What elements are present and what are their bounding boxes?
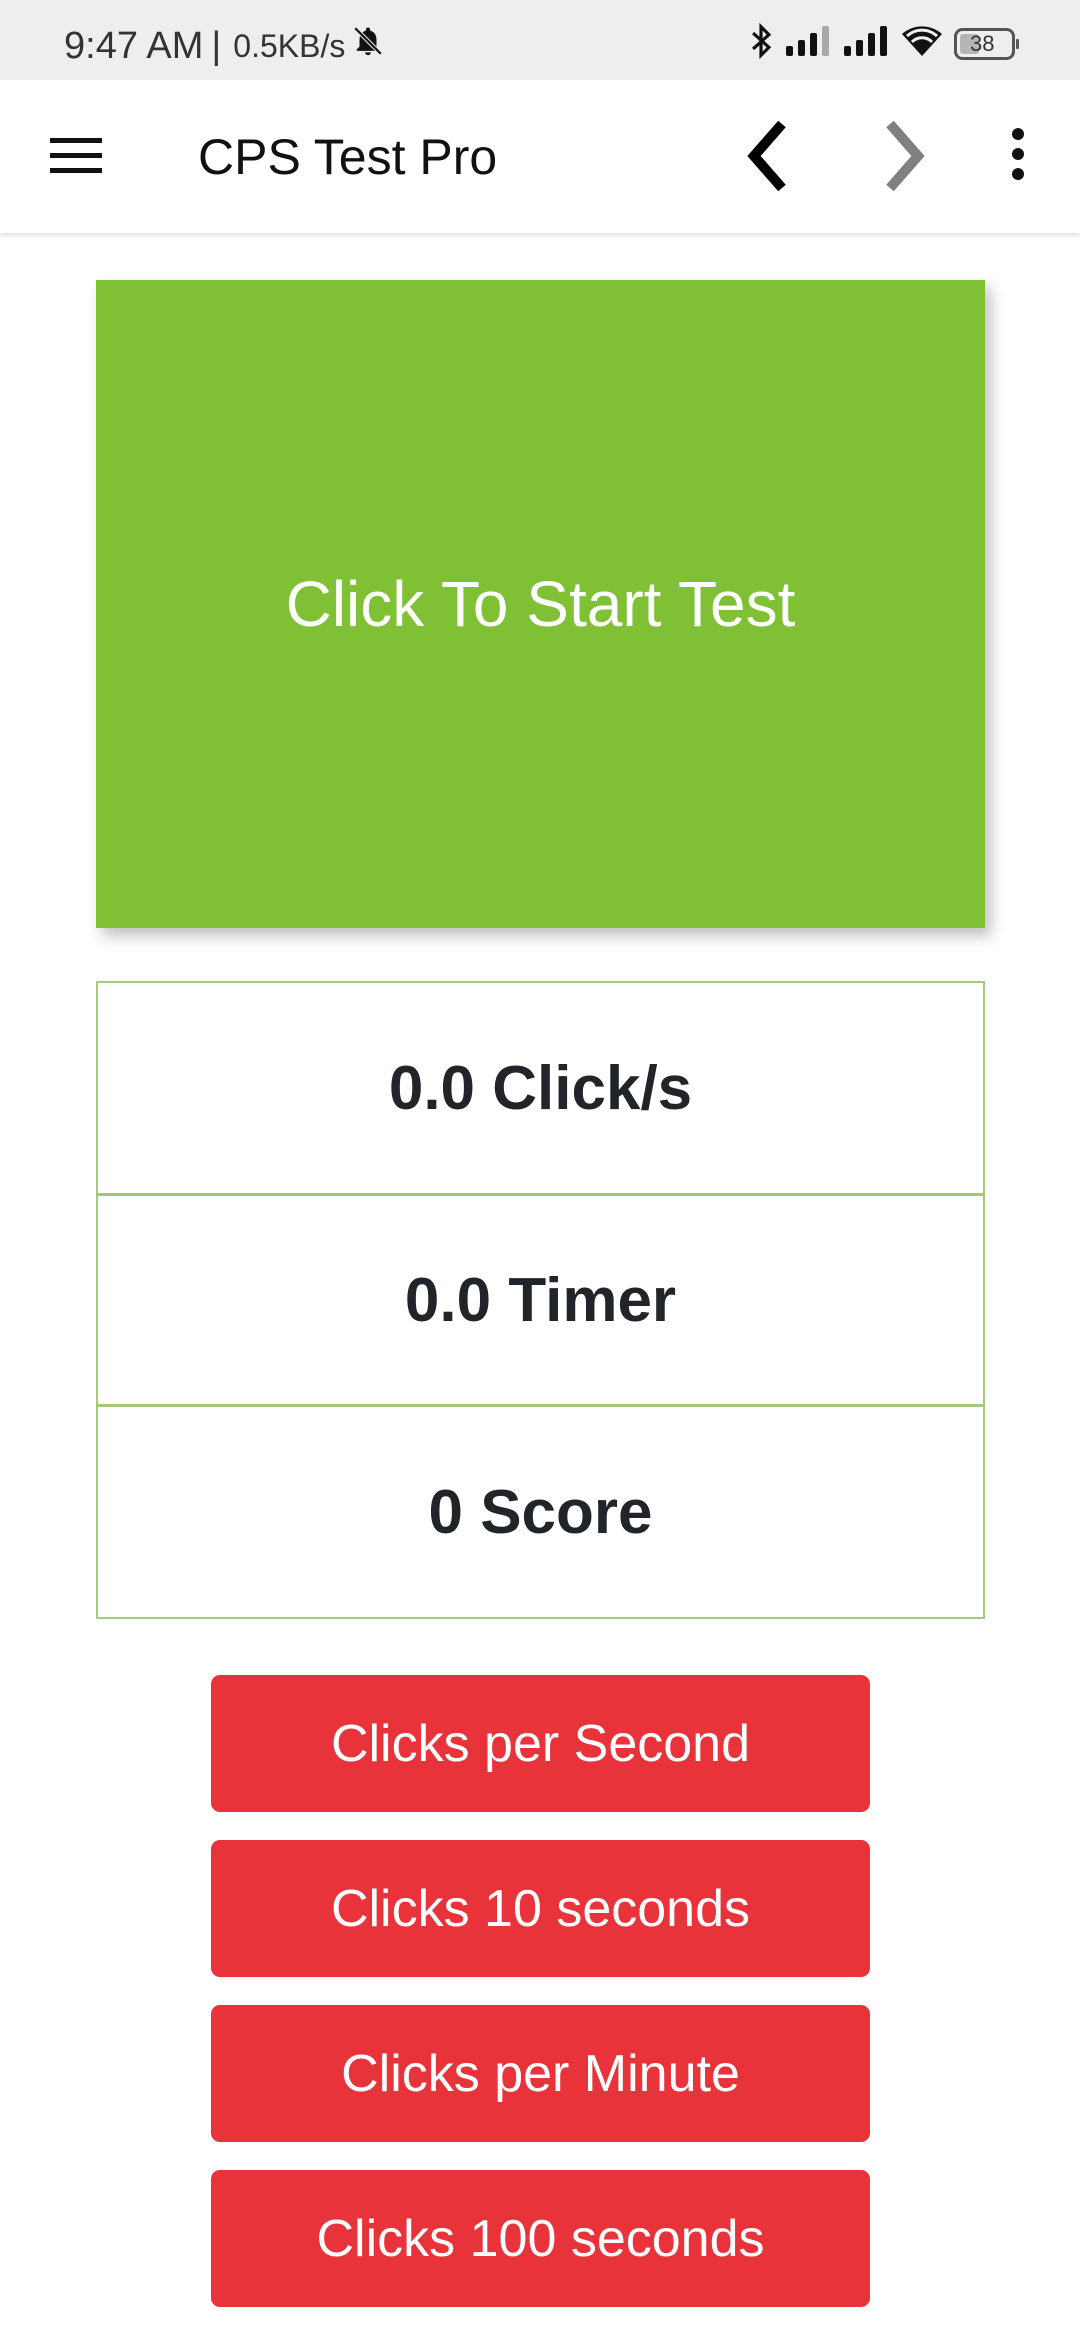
clock: 9:47 AM: [64, 24, 204, 67]
clicks-per-second-stat: 0.0 Click/s: [96, 981, 985, 1195]
bluetooth-icon: [748, 22, 774, 65]
clicks-per-minute-button[interactable]: Clicks per Minute: [211, 2005, 870, 2142]
mode-buttons: Clicks per Second Clicks 10 seconds Clic…: [211, 1675, 870, 2335]
score-stat: 0 Score: [96, 1405, 985, 1619]
signal-2-icon: [844, 26, 890, 61]
battery-level: 38: [970, 30, 995, 56]
clicks-per-second-button[interactable]: Clicks per Second: [211, 1675, 870, 1812]
chevron-left-icon[interactable]: [740, 118, 800, 194]
hamburger-menu-icon[interactable]: [50, 138, 104, 174]
separator: |: [211, 24, 222, 67]
bell-off-icon: [351, 24, 385, 68]
start-test-area[interactable]: Click To Start Test: [96, 280, 985, 928]
status-right: 38: [748, 22, 1020, 65]
status-bar: 9:47 AM | 0.5KB/s 38: [0, 0, 1080, 80]
network-speed: 0.5KB/s: [233, 27, 346, 64]
status-left: 9:47 AM | 0.5KB/s: [64, 24, 385, 68]
stats-panel: 0.0 Click/s 0.0 Timer 0 Score: [96, 981, 985, 1619]
clicks-100-seconds-button[interactable]: Clicks 100 seconds: [211, 2170, 870, 2307]
app-toolbar: CPS Test Pro: [0, 80, 1080, 233]
chevron-right-icon[interactable]: [872, 118, 932, 194]
more-vertical-icon[interactable]: [1002, 126, 1034, 186]
signal-1-icon: [786, 26, 832, 61]
app-title: CPS Test Pro: [198, 129, 498, 185]
clicks-10-seconds-button[interactable]: Clicks 10 seconds: [211, 1840, 870, 1977]
timer-stat: 0.0 Timer: [96, 1193, 985, 1407]
battery-icon: 38: [954, 27, 1020, 60]
wifi-icon: [902, 26, 942, 61]
start-test-label: Click To Start Test: [285, 568, 796, 640]
